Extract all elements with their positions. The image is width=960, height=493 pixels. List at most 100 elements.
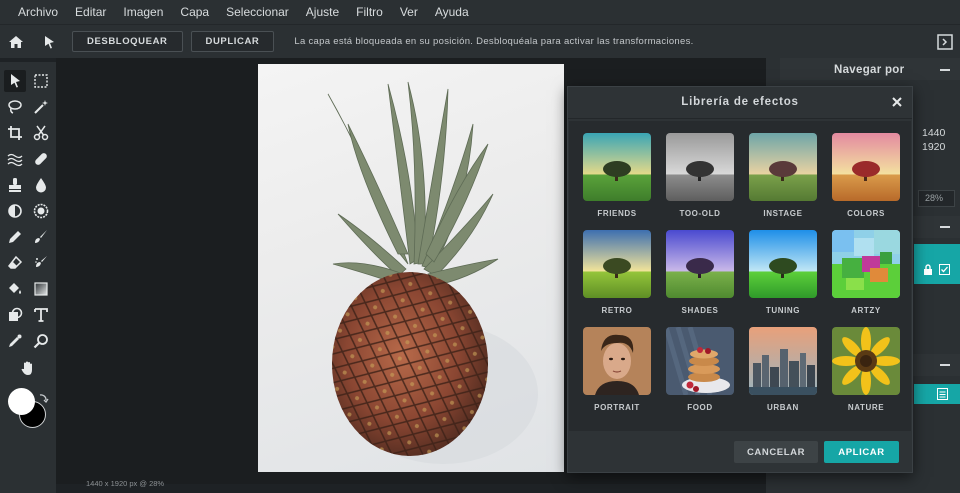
effect-label: SHADES — [681, 306, 719, 315]
menu-editar[interactable]: Editar — [75, 5, 106, 19]
width-value: 1440 — [922, 127, 946, 139]
eyedropper-icon[interactable] — [4, 330, 26, 352]
effect-label: INSTAGE — [763, 209, 803, 218]
effect-label: TUNING — [765, 306, 801, 315]
navigator-title: Navegar por — [834, 64, 905, 76]
menu-seleccionar[interactable]: Seleccionar — [226, 5, 289, 19]
effect-friends[interactable]: FRIENDS — [583, 133, 653, 218]
effect-urban[interactable]: URBAN — [749, 327, 819, 412]
effect-thumbnail[interactable] — [583, 230, 651, 298]
effects-grid: FRIENDS TOO-OLD INSTAGE COLORS RETRO SHA… — [569, 121, 911, 431]
move-tool-icon[interactable] — [4, 70, 26, 92]
swap-colors-icon[interactable] — [37, 391, 49, 404]
effect-thumbnail[interactable] — [666, 327, 734, 395]
effect-colors[interactable]: COLORS — [832, 133, 902, 218]
history-active-row[interactable] — [914, 384, 960, 404]
effect-food[interactable]: FOOD — [666, 327, 736, 412]
effect-thumbnail[interactable] — [666, 133, 734, 201]
effect-thumbnail[interactable] — [832, 133, 900, 201]
effect-thumbnail[interactable] — [583, 327, 651, 395]
effect-label: PORTRAIT — [594, 403, 640, 412]
collapse-history-icon[interactable] — [940, 364, 950, 366]
dodge-burn-icon[interactable] — [4, 200, 26, 222]
effect-shades[interactable]: SHADES — [666, 230, 736, 315]
effect-portrait[interactable]: PORTRAIT — [583, 327, 653, 412]
pencil-icon[interactable] — [4, 226, 26, 248]
move-pointer-icon[interactable] — [36, 29, 62, 55]
effect-tuning[interactable]: TUNING — [749, 230, 819, 315]
menu-ayuda[interactable]: Ayuda — [435, 5, 469, 19]
sponge-tool-icon[interactable] — [30, 200, 52, 222]
panel-toggle-icon[interactable] — [936, 33, 954, 51]
effect-artzy[interactable]: ARTZY — [832, 230, 902, 315]
eraser-icon[interactable] — [4, 252, 26, 274]
text-tool-icon[interactable] — [30, 304, 52, 326]
paint-bucket-icon[interactable] — [4, 278, 26, 300]
healing-bandage-icon[interactable] — [30, 148, 52, 170]
menu-imagen[interactable]: Imagen — [123, 5, 163, 19]
zoom-icon[interactable] — [30, 330, 52, 352]
effect-label: FRIENDS — [597, 209, 637, 218]
duplicate-button[interactable]: DUPLICAR — [190, 31, 275, 52]
collapse-layers-icon[interactable] — [940, 226, 950, 228]
effect-thumbnail[interactable] — [832, 327, 900, 395]
foreground-color-swatch[interactable] — [8, 388, 35, 415]
active-layer-row[interactable] — [914, 244, 960, 284]
effect-thumbnail[interactable] — [749, 230, 817, 298]
menu-ajuste[interactable]: Ajuste — [306, 5, 339, 19]
height-value: 1920 — [922, 141, 946, 153]
effect-nature[interactable]: NATURE — [832, 327, 902, 412]
canvas-image-pineapple[interactable] — [258, 64, 564, 472]
effect-label: COLORS — [847, 209, 885, 218]
effect-too-old[interactable]: TOO-OLD — [666, 133, 736, 218]
effect-label: TOO-OLD — [679, 209, 721, 218]
zoom-input[interactable]: 28% — [918, 190, 955, 207]
menu-archivo[interactable]: Archivo — [18, 5, 58, 19]
effect-thumbnail[interactable] — [749, 327, 817, 395]
shape-tool-icon[interactable] — [4, 304, 26, 326]
effect-instage[interactable]: INSTAGE — [749, 133, 819, 218]
magic-wand-icon[interactable] — [30, 96, 52, 118]
apply-button[interactable]: APLICAR — [824, 441, 899, 463]
liquify-tool-icon[interactable] — [4, 148, 26, 170]
effect-thumbnail[interactable] — [583, 133, 651, 201]
effect-thumbnail[interactable] — [832, 230, 900, 298]
tools-panel — [0, 62, 56, 493]
layer-visibility-checkbox-icon[interactable] — [939, 264, 950, 275]
effects-library-dialog: Librería de efectos FRIENDS TOO-OLD INST… — [567, 86, 913, 473]
lasso-tool-icon[interactable] — [4, 96, 26, 118]
image-size-status: 1440 x 1920 px @ 28% — [86, 479, 165, 488]
scissors-icon[interactable] — [30, 122, 52, 144]
blur-drop-icon[interactable] — [30, 174, 52, 196]
hand-tool-icon[interactable] — [17, 357, 39, 379]
effect-label: ARTZY — [851, 306, 881, 315]
options-toolbar: DESBLOQUEAR DUPLICAR La capa está bloque… — [0, 24, 960, 58]
menu-ver[interactable]: Ver — [400, 5, 418, 19]
collapse-navigator-icon[interactable] — [940, 69, 950, 71]
lock-icon — [924, 264, 932, 275]
effect-label: URBAN — [767, 403, 799, 412]
effect-label: NATURE — [847, 403, 885, 412]
dialog-title: Librería de efectos — [681, 96, 799, 108]
menu-filtro[interactable]: Filtro — [356, 5, 383, 19]
photo-editor-app: Archivo Editar Imagen Capa Seleccionar A… — [0, 0, 960, 493]
gradient-tool-icon[interactable] — [30, 278, 52, 300]
effect-label: RETRO — [601, 306, 633, 315]
effect-retro[interactable]: RETRO — [583, 230, 653, 315]
history-document-icon — [937, 388, 948, 400]
effect-thumbnail[interactable] — [749, 133, 817, 201]
color-replace-icon[interactable] — [30, 252, 52, 274]
layer-locked-message: La capa está bloqueada en su posición. D… — [294, 36, 694, 47]
home-icon[interactable] — [3, 29, 29, 55]
cancel-button[interactable]: CANCELAR — [734, 441, 818, 463]
menu-capa[interactable]: Capa — [180, 5, 209, 19]
unlock-button[interactable]: DESBLOQUEAR — [72, 31, 183, 52]
brush-icon[interactable] — [30, 226, 52, 248]
close-icon[interactable] — [890, 95, 904, 109]
effect-label: FOOD — [687, 403, 713, 412]
effect-thumbnail[interactable] — [666, 230, 734, 298]
menu-bar: Archivo Editar Imagen Capa Seleccionar A… — [0, 0, 960, 24]
crop-tool-icon[interactable] — [4, 122, 26, 144]
marquee-tool-icon[interactable] — [30, 70, 52, 92]
clone-stamp-icon[interactable] — [4, 174, 26, 196]
